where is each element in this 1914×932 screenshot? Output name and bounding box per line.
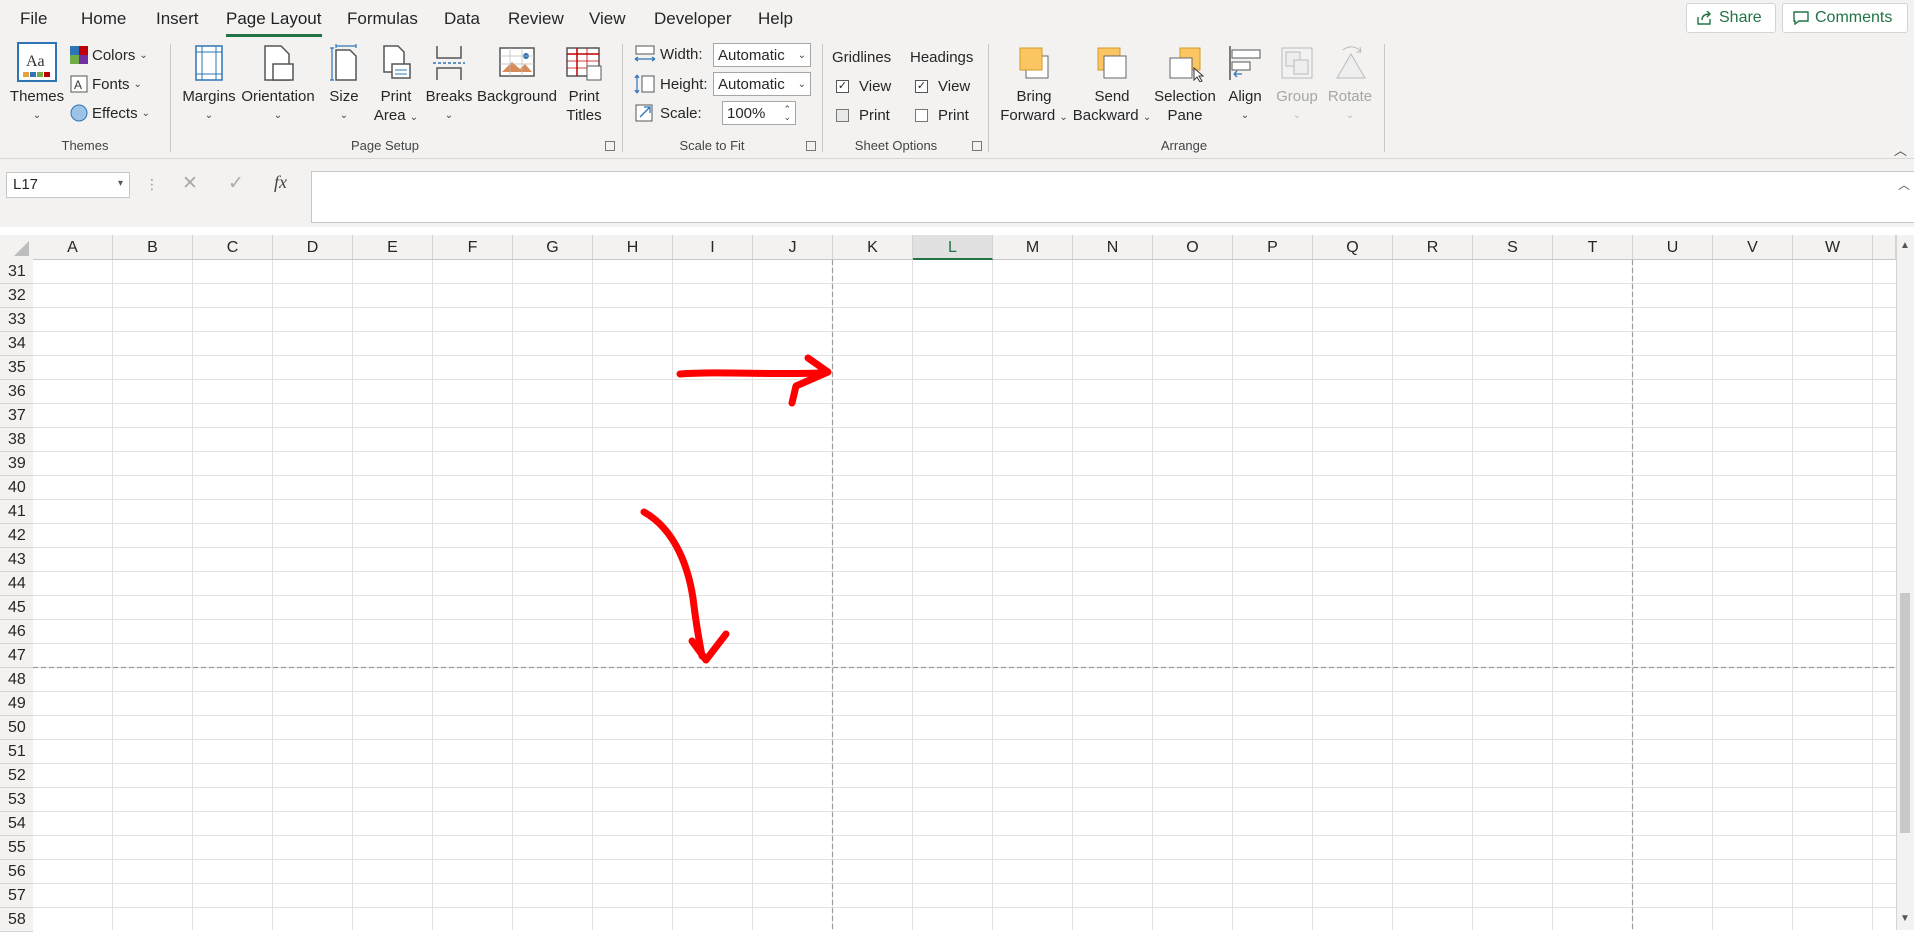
row-header-43[interactable]: 43 [0, 548, 33, 572]
row-header-49[interactable]: 49 [0, 692, 33, 716]
column-header-u[interactable]: U [1633, 235, 1713, 260]
vertical-scrollbar[interactable]: ▲ ▼ [1896, 235, 1914, 930]
row-header-36[interactable]: 36 [0, 380, 33, 404]
row-header-46[interactable]: 46 [0, 620, 33, 644]
row-header-39[interactable]: 39 [0, 452, 33, 476]
column-header-i[interactable]: I [673, 235, 753, 260]
column-header-k[interactable]: K [833, 235, 913, 260]
column-header-t[interactable]: T [1553, 235, 1633, 260]
column-header-m[interactable]: M [993, 235, 1073, 260]
column-header-j[interactable]: J [753, 235, 833, 260]
column-header-v[interactable]: V [1713, 235, 1793, 260]
row-header-52[interactable]: 52 [0, 764, 33, 788]
column-header-e[interactable]: E [353, 235, 433, 260]
row-header-51[interactable]: 51 [0, 740, 33, 764]
column-header-p[interactable]: P [1233, 235, 1313, 260]
row-header-37[interactable]: 37 [0, 404, 33, 428]
column-header-a[interactable]: A [33, 235, 113, 260]
row-header-58[interactable]: 58 [0, 908, 33, 932]
row-header-44[interactable]: 44 [0, 572, 33, 596]
row-header-38[interactable]: 38 [0, 428, 33, 452]
column-header-filler [1873, 235, 1896, 260]
row-header-33[interactable]: 33 [0, 308, 33, 332]
row-header-56[interactable]: 56 [0, 860, 33, 884]
column-header-r[interactable]: R [1393, 235, 1473, 260]
row-header-50[interactable]: 50 [0, 716, 33, 740]
column-header-o[interactable]: O [1153, 235, 1233, 260]
row-header-53[interactable]: 53 [0, 788, 33, 812]
row-header-42[interactable]: 42 [0, 524, 33, 548]
column-header-s[interactable]: S [1473, 235, 1553, 260]
row-header-57[interactable]: 57 [0, 884, 33, 908]
row-header-40[interactable]: 40 [0, 476, 33, 500]
scrollbar-thumb[interactable] [1900, 593, 1910, 833]
row-header-35[interactable]: 35 [0, 356, 33, 380]
worksheet-grid[interactable] [0, 0, 1914, 930]
row-header-32[interactable]: 32 [0, 284, 33, 308]
column-header-f[interactable]: F [433, 235, 513, 260]
row-header-45[interactable]: 45 [0, 596, 33, 620]
row-header-47[interactable]: 47 [0, 644, 33, 668]
row-header-34[interactable]: 34 [0, 332, 33, 356]
column-header-q[interactable]: Q [1313, 235, 1393, 260]
select-all-corner[interactable] [0, 235, 33, 260]
column-header-d[interactable]: D [273, 235, 353, 260]
row-header-48[interactable]: 48 [0, 668, 33, 692]
column-header-h[interactable]: H [593, 235, 673, 260]
row-header-31[interactable]: 31 [0, 260, 33, 284]
column-header-w[interactable]: W [1793, 235, 1873, 260]
scroll-up-icon[interactable]: ▲ [1900, 240, 1910, 251]
column-header-n[interactable]: N [1073, 235, 1153, 260]
row-header-55[interactable]: 55 [0, 836, 33, 860]
row-header-41[interactable]: 41 [0, 500, 33, 524]
row-header-54[interactable]: 54 [0, 812, 33, 836]
scroll-down-icon[interactable]: ▼ [1900, 913, 1910, 924]
column-header-g[interactable]: G [513, 235, 593, 260]
column-header-l[interactable]: L [913, 235, 993, 260]
column-header-b[interactable]: B [113, 235, 193, 260]
column-header-c[interactable]: C [193, 235, 273, 260]
